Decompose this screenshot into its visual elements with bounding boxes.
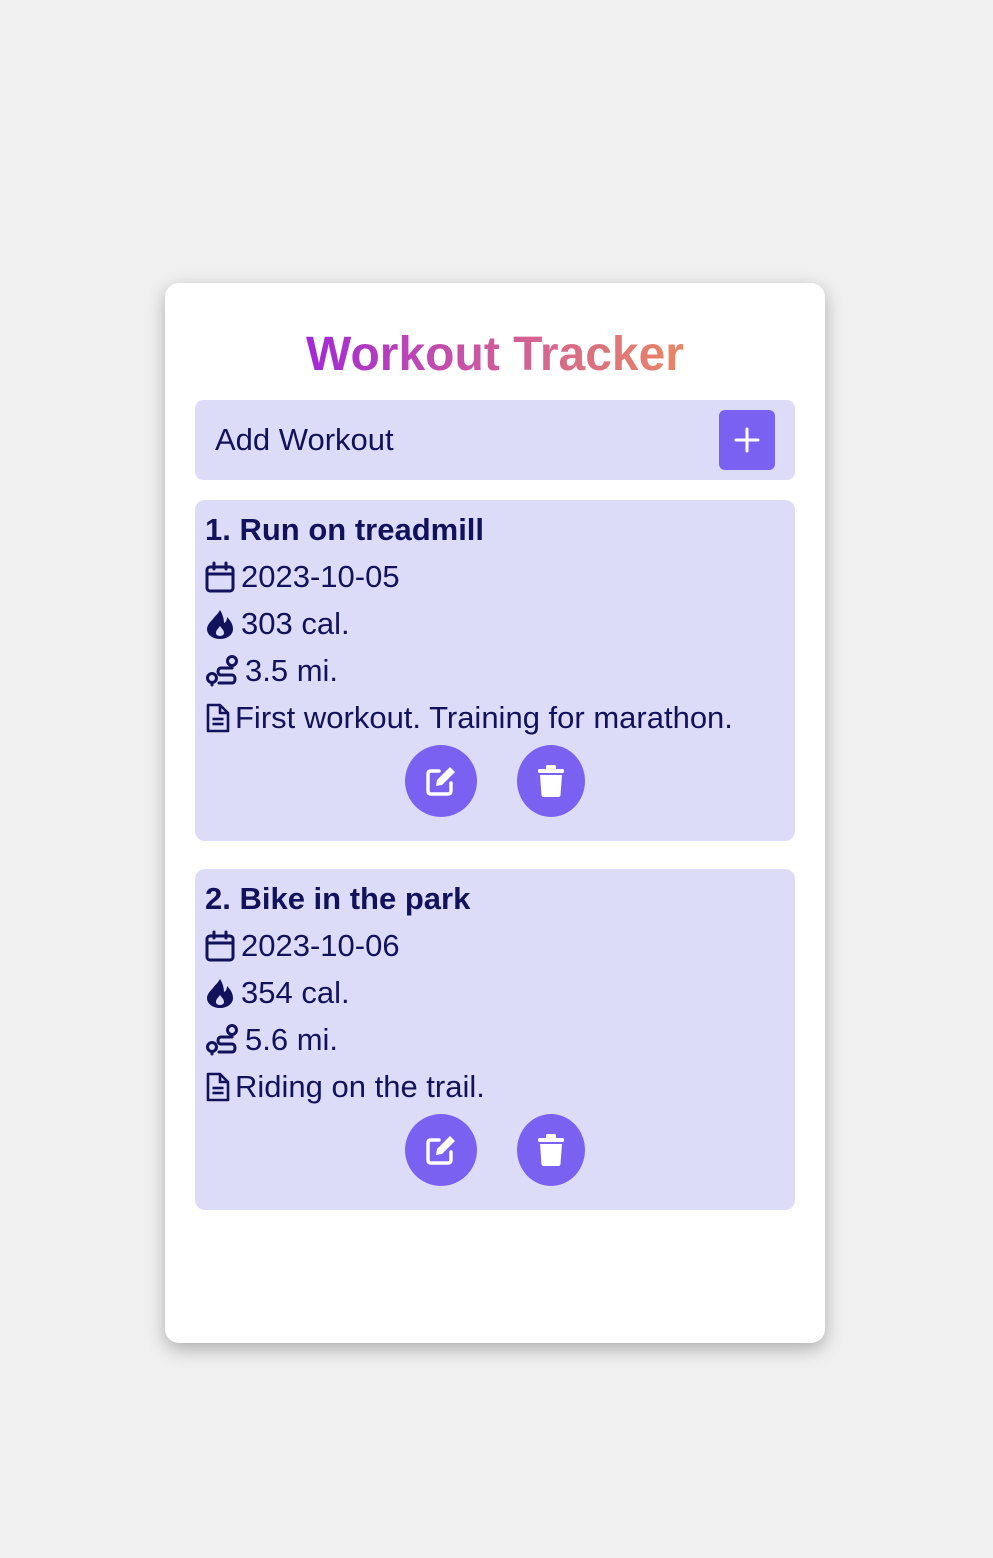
flame-icon [205,608,235,640]
workout-tracker-card: Workout Tracker Add Workout 1. Run on tr… [165,283,825,1343]
workout-calories-row: 303 cal. [205,606,350,642]
edit-icon [426,1136,455,1165]
document-icon [205,702,231,734]
workout-date: 2023-10-06 [241,928,400,963]
workout-title: 2. Bike in the park [205,881,471,916]
route-icon [205,1023,239,1057]
trash-icon [538,1134,564,1166]
workout-calories: 354 cal. [241,975,350,1010]
workout-note: Riding on the trail. [235,1069,485,1104]
delete-workout-button[interactable] [517,745,585,817]
workout-date: 2023-10-05 [241,559,400,594]
workout-distance-row: 5.6 mi. [205,1022,338,1058]
add-workout-button[interactable] [719,410,775,470]
workout-note-row: First workout. Training for marathon. [205,700,733,736]
workout-date-row: 2023-10-06 [205,928,400,964]
plus-icon [734,427,760,453]
workout-card: 1. Run on treadmill 2023-10-05 303 cal. [195,500,795,841]
delete-workout-button[interactable] [517,1114,585,1186]
page-title: Workout Tracker [306,325,684,385]
route-icon [205,654,239,688]
workout-distance-row: 3.5 mi. [205,653,338,689]
workout-calories: 303 cal. [241,606,350,641]
workout-calories-row: 354 cal. [205,975,350,1011]
workout-note: First workout. Training for marathon. [235,700,733,735]
workout-card: 2. Bike in the park 2023-10-06 354 cal. [195,869,795,1210]
edit-workout-button[interactable] [405,745,477,817]
workout-title: 1. Run on treadmill [205,512,485,547]
workout-distance: 3.5 mi. [245,653,339,688]
add-workout-label: Add Workout [215,422,394,457]
workout-distance: 5.6 mi. [245,1022,339,1057]
calendar-icon [205,930,235,962]
edit-icon [426,767,455,796]
add-workout-bar: Add Workout [195,400,795,480]
workout-date-row: 2023-10-05 [205,559,400,595]
page-title-wrapper: Workout Tracker [165,325,825,385]
calendar-icon [205,561,235,593]
workout-note-row: Riding on the trail. [205,1069,485,1105]
document-icon [205,1071,231,1103]
edit-workout-button[interactable] [405,1114,477,1186]
flame-icon [205,977,235,1009]
trash-icon [538,765,564,797]
